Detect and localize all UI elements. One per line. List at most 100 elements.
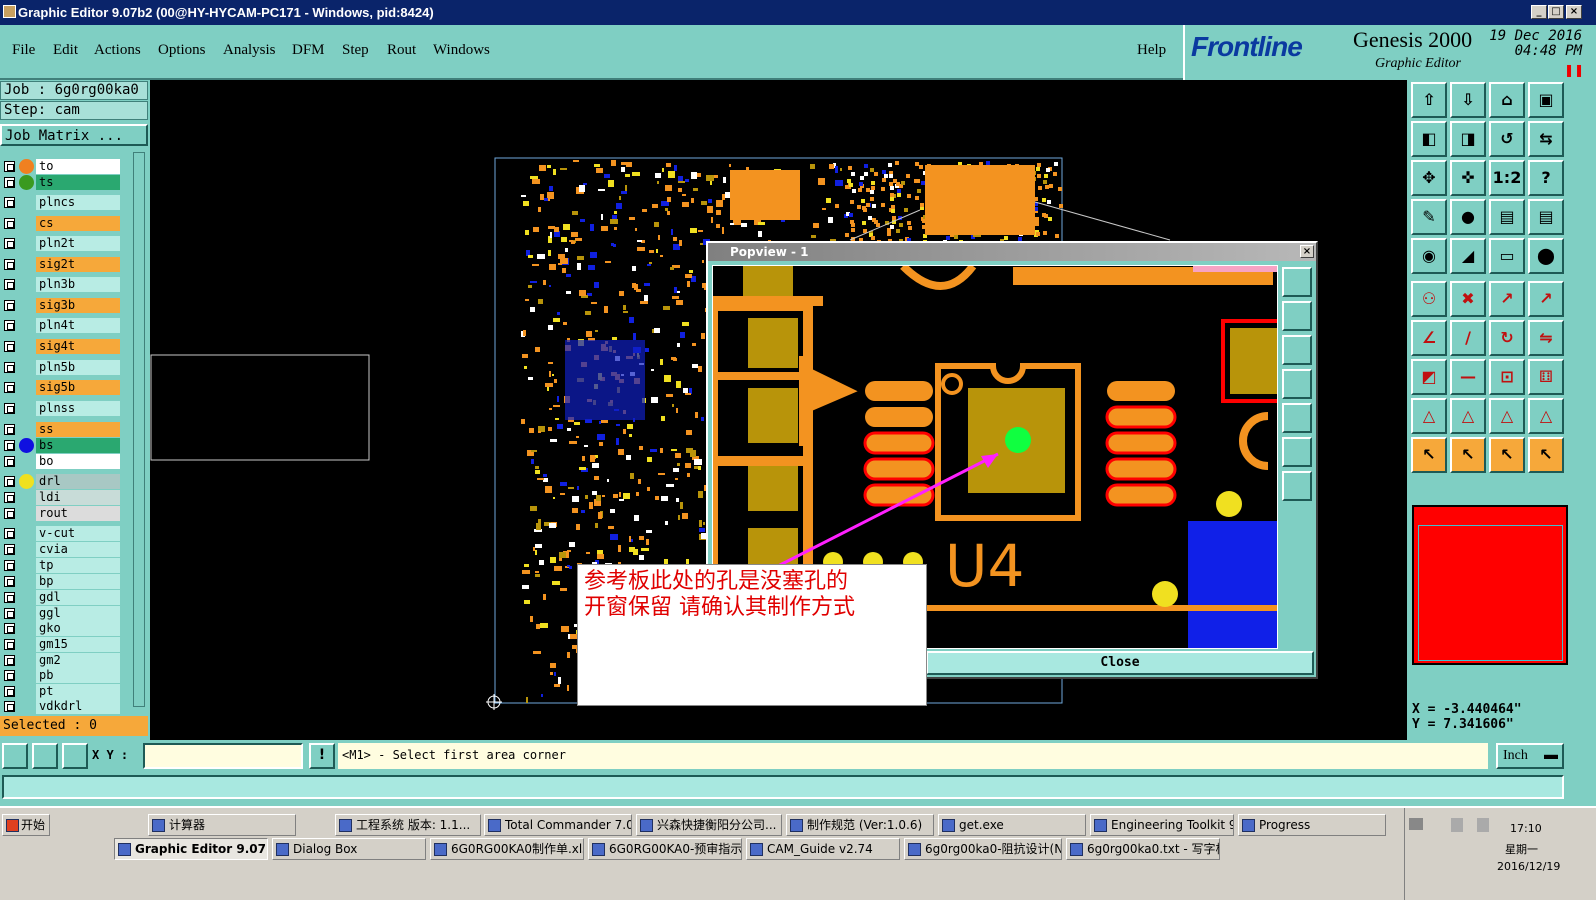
menu-options[interactable]: Options (158, 42, 206, 59)
layer-row-plncs[interactable]: plncs (4, 195, 120, 210)
snap-icon[interactable] (2, 743, 28, 769)
pointer-d-button[interactable]: ↖ (1528, 437, 1564, 473)
job-matrix-button[interactable]: Job Matrix ... (0, 124, 148, 146)
layer-checkbox[interactable] (4, 686, 15, 697)
popview-left-button[interactable] (1282, 369, 1312, 399)
pointer-b-button[interactable]: ↖ (1450, 437, 1486, 473)
popview-down-button[interactable] (1282, 335, 1312, 365)
maximize-button[interactable]: □ (1548, 5, 1564, 19)
info-icon[interactable]: ! (309, 743, 335, 769)
task-button[interactable]: 制作规范 (Ver:1.0.6) (786, 814, 934, 836)
pan-left-button[interactable]: ◧ (1411, 121, 1447, 157)
layer-row-gm2[interactable]: gm2 (4, 653, 120, 668)
task-button[interactable]: 6g0rg00ka0-阻抗设计(N... (904, 838, 1062, 860)
layer-row-gm15[interactable]: gm15 (4, 637, 120, 652)
popview-close-icon[interactable]: × (1300, 245, 1314, 258)
undo-button[interactable]: ↻ (1489, 320, 1525, 356)
pan-right-button[interactable]: ◨ (1450, 121, 1486, 157)
layer-checkbox[interactable] (4, 218, 15, 229)
layer-checkbox[interactable] (4, 362, 15, 373)
popview-up-button[interactable] (1282, 301, 1312, 331)
task-button[interactable]: Total Commander 7.0 p... (484, 814, 632, 836)
menu-analysis[interactable]: Analysis (223, 42, 276, 59)
layer-checkbox[interactable] (4, 440, 15, 451)
layer-row-sig2t[interactable]: sig2t (4, 257, 120, 272)
menu-help[interactable]: Help (1137, 42, 1166, 59)
popview-right-button[interactable] (1282, 403, 1312, 433)
task-button[interactable]: Graphic Editor 9.07b2 ... (114, 838, 268, 860)
window-button[interactable]: ▣ (1528, 82, 1564, 118)
close-window-button[interactable]: × (1566, 5, 1582, 19)
layer-checkbox[interactable] (4, 300, 15, 311)
popview-close-button[interactable]: Close (926, 651, 1314, 675)
layer-checkbox[interactable] (4, 476, 15, 487)
layer-row-rout[interactable]: rout (4, 506, 120, 521)
layer-checkbox[interactable] (4, 492, 15, 503)
message-input[interactable] (2, 775, 1564, 799)
layer-row-v-cut[interactable]: v-cut (4, 526, 120, 541)
pointer-button[interactable]: ↖ (1411, 437, 1447, 473)
menu-file[interactable]: File (12, 42, 35, 59)
triangle-b-button[interactable]: △ (1450, 398, 1486, 434)
layer-row-bp[interactable]: bp (4, 574, 120, 589)
task-button[interactable]: Engineering Toolkit 9.0... (1090, 814, 1234, 836)
volume-icon[interactable] (1477, 818, 1489, 832)
task-button[interactable]: 工程系统 版本: 1.1... (335, 814, 481, 836)
zoom-in-button[interactable]: ⇧ (1411, 82, 1447, 118)
layer-row-gko[interactable]: gko (4, 621, 120, 636)
layer-checkbox[interactable] (4, 456, 15, 467)
layer-checkbox[interactable] (4, 341, 15, 352)
layer-row-pln2t[interactable]: pln2t (4, 236, 120, 251)
layer-row-cvia[interactable]: cvia (4, 542, 120, 557)
task-button[interactable]: get.exe (938, 814, 1086, 836)
layer-checkbox[interactable] (4, 592, 15, 603)
menu-step[interactable]: Step (342, 42, 369, 59)
move-button[interactable]: ↗ (1489, 281, 1525, 317)
layer-row-sig4t[interactable]: sig4t (4, 339, 120, 354)
help-button[interactable]: ? (1528, 160, 1564, 196)
task-button[interactable]: 6G0RG00KA0制作单.xls ... (430, 838, 584, 860)
layer-checkbox[interactable] (4, 161, 15, 172)
layer-row-gdl[interactable]: gdl (4, 590, 120, 605)
layer-row-drl[interactable]: drl (4, 474, 120, 489)
line-button[interactable]: ↗ (1528, 281, 1564, 317)
flip-button[interactable]: ⇋ (1528, 320, 1564, 356)
layer-color-button[interactable]: ◢ (1450, 238, 1486, 274)
popview-fit-button[interactable] (1282, 437, 1312, 467)
menu-edit[interactable]: Edit (53, 42, 78, 59)
layer-checkbox[interactable] (4, 560, 15, 571)
layer-row-pln4t[interactable]: pln4t (4, 318, 120, 333)
edge-button[interactable]: ∠ (1411, 320, 1447, 356)
layer-row-pln5b[interactable]: pln5b (4, 360, 120, 375)
dot-button[interactable]: ⬤ (1528, 238, 1564, 274)
layer-checkbox[interactable] (4, 576, 15, 587)
layer-checkbox[interactable] (4, 639, 15, 650)
shape-button[interactable]: ◩ (1411, 359, 1447, 395)
usb-icon[interactable] (1451, 818, 1463, 832)
center-button[interactable]: ✜ (1450, 160, 1486, 196)
fit-button[interactable]: ✥ (1411, 160, 1447, 196)
slash-button[interactable]: / (1450, 320, 1486, 356)
xy-input[interactable] (143, 743, 303, 769)
layer-row-pt[interactable]: pt (4, 684, 120, 699)
layer-b-button[interactable]: ▤ (1528, 199, 1564, 235)
minimize-button[interactable]: _ (1531, 5, 1547, 19)
grid-icon[interactable] (62, 743, 88, 769)
layer-row-ss[interactable]: ss (4, 422, 120, 437)
layer-checkbox[interactable] (4, 320, 15, 331)
layer-row-tp[interactable]: tp (4, 558, 120, 573)
select-button[interactable]: ◉ (1411, 238, 1447, 274)
task-button[interactable]: 兴森快捷衡阳分公司... (636, 814, 782, 836)
layer-row-sig5b[interactable]: sig5b (4, 380, 120, 395)
connect-button[interactable]: ⚇ (1411, 281, 1447, 317)
layer-checkbox[interactable] (4, 197, 15, 208)
measure-icon[interactable] (32, 743, 58, 769)
popview-pan-button[interactable] (1282, 471, 1312, 501)
menu-windows[interactable]: Windows (433, 42, 490, 59)
measure-button[interactable]: ✎ (1411, 199, 1447, 235)
task-button[interactable]: CAM_Guide v2.74 (746, 838, 900, 860)
pin-button[interactable]: ● (1450, 199, 1486, 235)
layer-row-sig3b[interactable]: sig3b (4, 298, 120, 313)
layer-checkbox[interactable] (4, 701, 15, 712)
ruler-button[interactable]: ▭ (1489, 238, 1525, 274)
